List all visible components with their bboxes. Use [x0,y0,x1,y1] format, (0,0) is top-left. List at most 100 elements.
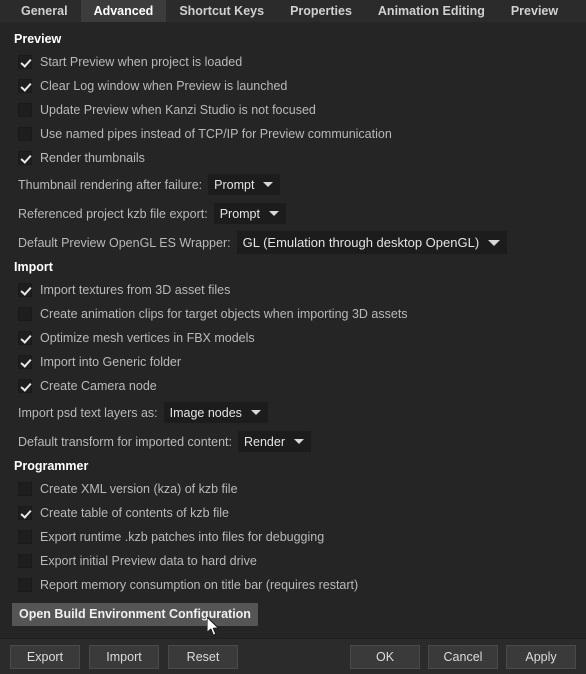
dropdown-select[interactable]: Image nodes [163,402,268,423]
checkbox-label: Create XML version (kza) of kzb file [40,482,238,496]
setting-field-row: Thumbnail rendering after failure: Prompt [0,170,586,199]
checkbox-empty-icon[interactable] [18,307,32,321]
checkbox-label: Start Preview when project is loaded [40,55,243,69]
setting-field-row: Import psd text layers as: Image nodes [0,398,586,427]
export-button[interactable]: Export [10,644,80,669]
dialog-button-bar: Export Import Reset OK Cancel Apply [0,638,586,674]
chevron-down-icon[interactable] [268,211,279,216]
section-header-programmer: Programmer [14,459,89,473]
right-button-group: OK Cancel Apply [342,644,576,669]
checkbox-empty-icon[interactable] [18,103,32,117]
dropdown-select[interactable]: Render [237,431,311,452]
checkbox-row[interactable]: Create XML version (kza) of kzb file [0,477,586,501]
checkmark-icon[interactable] [18,79,32,93]
dropdown-select[interactable]: GL (Emulation through desktop OpenGL) [236,231,508,254]
checkbox-row[interactable]: Report memory consumption on title bar (… [0,573,586,597]
checkbox-row[interactable]: Export initial Preview data to hard driv… [0,549,586,573]
settings-tab-bar: General Advanced Shortcut Keys Properties An… [0,0,586,22]
tab-label: Shortcut Keys [179,4,265,18]
checkbox-row[interactable]: Create animation clips for target object… [0,302,586,326]
checkbox-label: Create animation clips for target object… [40,307,408,321]
checkbox-label: Clear Log window when Preview is launche… [40,79,288,93]
setting-field-row: Default transform for imported content: R… [0,427,586,456]
checkbox-row[interactable]: Create table of contents of kzb file [0,501,586,525]
checkbox-label: Create Camera node [40,379,157,393]
dropdown-value: Prompt [219,206,260,221]
checkbox-empty-icon[interactable] [18,530,32,544]
checkbox-label: Render thumbnails [40,151,145,165]
chevron-down-icon[interactable] [293,439,304,444]
tab-label: Advanced [93,4,154,18]
checkbox-row[interactable]: Export runtime .kzb patches into files f… [0,525,586,549]
dropdown-value: Render [243,434,285,449]
left-button-group: Export Import Reset [0,644,238,669]
chevron-down-icon[interactable] [263,182,274,187]
checkmark-icon[interactable] [18,55,32,69]
checkbox-label: Export initial Preview data to hard driv… [40,554,257,568]
checkmark-icon[interactable] [18,506,32,520]
tab-animation-editing[interactable]: Animation Editing [365,0,498,22]
checkbox-row[interactable]: Start Preview when project is loaded [0,50,586,74]
checkbox-row[interactable]: Render thumbnails [0,146,586,170]
button-label: Apply [525,649,557,664]
open-build-environment-configuration-button[interactable]: Open Build Environment Configuration [12,603,258,626]
dropdown-value: Image nodes [169,405,242,420]
checkbox-empty-icon[interactable] [18,554,32,568]
build-button-row: Open Build Environment Configuration [0,597,586,626]
reset-button[interactable]: Reset [168,644,238,669]
tab-advanced[interactable]: Advanced [80,0,167,22]
field-label: Referenced project kzb file export: [18,206,208,221]
field-label: Import psd text layers as: [18,405,158,420]
dropdown-select[interactable]: Prompt [208,174,281,195]
checkbox-label: Update Preview when Kanzi Studio is not … [40,103,316,117]
checkbox-row[interactable]: Clear Log window when Preview is launche… [0,74,586,98]
checkbox-label: Export runtime .kzb patches into files f… [40,530,325,544]
checkbox-label: Create table of contents of kzb file [40,506,229,520]
tab-label: General [21,4,68,18]
checkbox-row[interactable]: Create Camera node [0,374,586,398]
dropdown-value: GL (Emulation through desktop OpenGL) [242,235,480,250]
checkmark-icon[interactable] [18,355,32,369]
checkbox-label: Use named pipes instead of TCP/IP for Pr… [40,127,392,141]
setting-field-row: Default Preview OpenGL ES Wrapper: GL (Em… [0,228,586,257]
import-button[interactable]: Import [89,644,159,669]
checkmark-icon[interactable] [18,331,32,345]
field-label: Thumbnail rendering after failure: [18,177,203,192]
checkbox-row[interactable]: Use named pipes instead of TCP/IP for Pr… [0,122,586,146]
tab-label: Preview [510,4,559,18]
dropdown-value: Prompt [214,177,255,192]
checkbox-empty-icon[interactable] [18,482,32,496]
checkmark-icon[interactable] [18,283,32,297]
button-label: Reset [186,649,220,664]
chevron-down-icon[interactable] [250,410,261,415]
tab-properties[interactable]: Properties [277,0,365,22]
tab-shortcut-keys[interactable]: Shortcut Keys [166,0,277,22]
checkbox-empty-icon[interactable] [18,127,32,141]
checkbox-label: Import textures from 3D asset files [40,283,231,297]
button-label: Cancel [443,649,483,664]
checkbox-label: Optimize mesh vertices in FBX models [40,331,255,345]
checkbox-label: Report memory consumption on title bar (… [40,578,359,592]
dropdown-select[interactable]: Prompt [213,203,286,224]
tab-label: Animation Editing [377,4,485,18]
section-header-preview: Preview [14,32,62,46]
field-label: Default transform for imported content: [18,434,232,449]
checkbox-row[interactable]: Optimize mesh vertices in FBX models [0,326,586,350]
checkbox-empty-icon[interactable] [18,578,32,592]
tab-label: Properties [290,4,352,18]
tab-preview[interactable]: Preview [498,0,571,22]
checkbox-row[interactable]: Update Preview when Kanzi Studio is not … [0,98,586,122]
checkbox-row[interactable]: Import into Generic folder [0,350,586,374]
tab-general[interactable]: General [8,0,81,22]
button-label: Import [106,649,142,664]
section-header-import: Import [14,260,53,274]
checkmark-icon[interactable] [18,379,32,393]
checkbox-row[interactable]: Import textures from 3D asset files [0,278,586,302]
cancel-button[interactable]: Cancel [428,644,498,669]
chevron-down-icon[interactable] [488,239,501,246]
checkbox-label: Import into Generic folder [40,355,182,369]
checkmark-icon[interactable] [18,151,32,165]
ok-button[interactable]: OK [350,644,420,669]
button-label: OK [375,649,395,664]
apply-button[interactable]: Apply [506,644,576,669]
